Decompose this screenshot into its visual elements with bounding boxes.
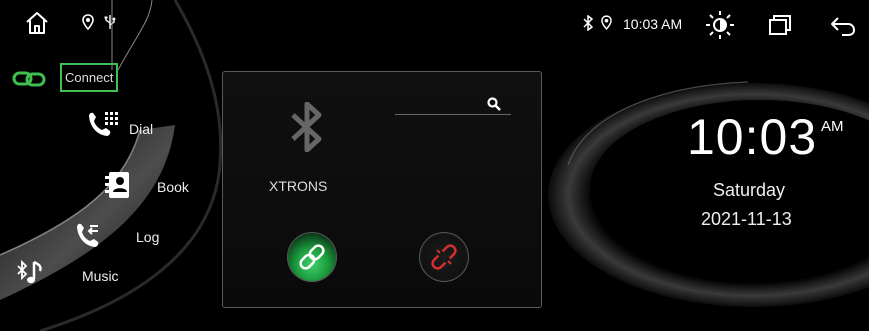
clock-time: 10:03	[687, 109, 818, 165]
search-icon[interactable]	[487, 97, 501, 111]
connect-button[interactable]	[287, 232, 337, 282]
unlink-icon	[431, 244, 457, 270]
link-icon	[12, 70, 46, 88]
menu-item-book[interactable]: Book	[157, 179, 189, 195]
device-name[interactable]: XTRONS	[269, 178, 327, 194]
device-panel: XTRONS	[222, 71, 542, 308]
menu-item-connect[interactable]: Connect	[60, 63, 119, 92]
call-log-icon[interactable]	[74, 222, 102, 250]
clock-day: Saturday	[713, 180, 786, 200]
bluetooth-icon	[291, 102, 323, 152]
menu-item-music[interactable]: Music	[82, 268, 119, 284]
menu-item-log[interactable]: Log	[136, 229, 159, 245]
clock-widget: 10:03 AM Saturday 2021-11-13	[548, 70, 869, 310]
search-input[interactable]	[395, 114, 511, 115]
location-icon	[601, 15, 612, 30]
brightness-icon[interactable]	[705, 10, 735, 40]
recent-apps-icon[interactable]	[768, 14, 792, 36]
clock-ampm: AM	[821, 118, 844, 135]
contacts-icon[interactable]	[105, 170, 131, 200]
bluetooth-music-icon[interactable]	[16, 258, 46, 288]
dialpad-icon[interactable]	[85, 110, 119, 140]
menu-item-dial[interactable]: Dial	[129, 121, 153, 137]
link-icon	[299, 244, 325, 270]
bluetooth-icon	[583, 15, 593, 31]
back-icon[interactable]	[830, 16, 856, 36]
disconnect-button[interactable]	[419, 232, 469, 282]
clock-ring-decoration	[548, 81, 869, 307]
clock-date: 2021-11-13	[701, 209, 792, 229]
status-time: 10:03 AM	[623, 16, 683, 32]
